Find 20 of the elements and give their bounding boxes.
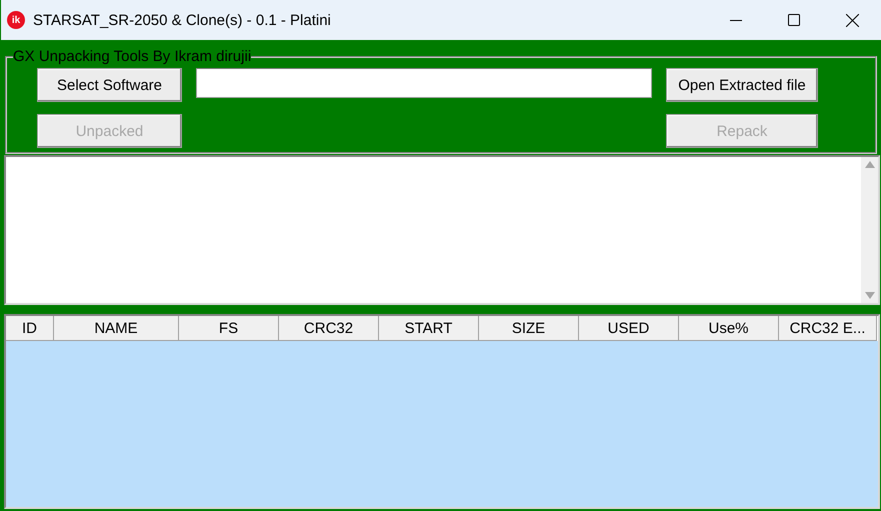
- column-header[interactable]: START: [379, 316, 479, 341]
- path-field[interactable]: [196, 68, 652, 98]
- column-header[interactable]: CRC32 E...: [779, 316, 877, 341]
- app-icon: ik: [7, 11, 25, 29]
- column-header[interactable]: CRC32: [279, 316, 379, 341]
- window-title: STARSAT_SR-2050 & Clone(s) - 0.1 - Platini: [33, 12, 332, 28]
- column-header[interactable]: Use%: [679, 316, 779, 341]
- scroll-down-icon[interactable]: [864, 292, 874, 299]
- column-header[interactable]: ID: [6, 316, 54, 341]
- group-title: GX Unpacking Tools By Ikram dirujii: [13, 50, 252, 64]
- maximize-icon: [788, 14, 800, 26]
- scrollbar[interactable]: [861, 157, 878, 303]
- action-button[interactable]: Select Software: [37, 68, 182, 102]
- column-header[interactable]: SIZE: [479, 316, 579, 341]
- action-button[interactable]: Open Extracted file: [666, 68, 818, 102]
- column-header[interactable]: USED: [579, 316, 679, 341]
- column-header[interactable]: FS: [179, 316, 279, 341]
- close-icon: [846, 14, 858, 26]
- column-header[interactable]: NAME: [54, 316, 179, 341]
- scroll-up-icon[interactable]: [864, 161, 874, 168]
